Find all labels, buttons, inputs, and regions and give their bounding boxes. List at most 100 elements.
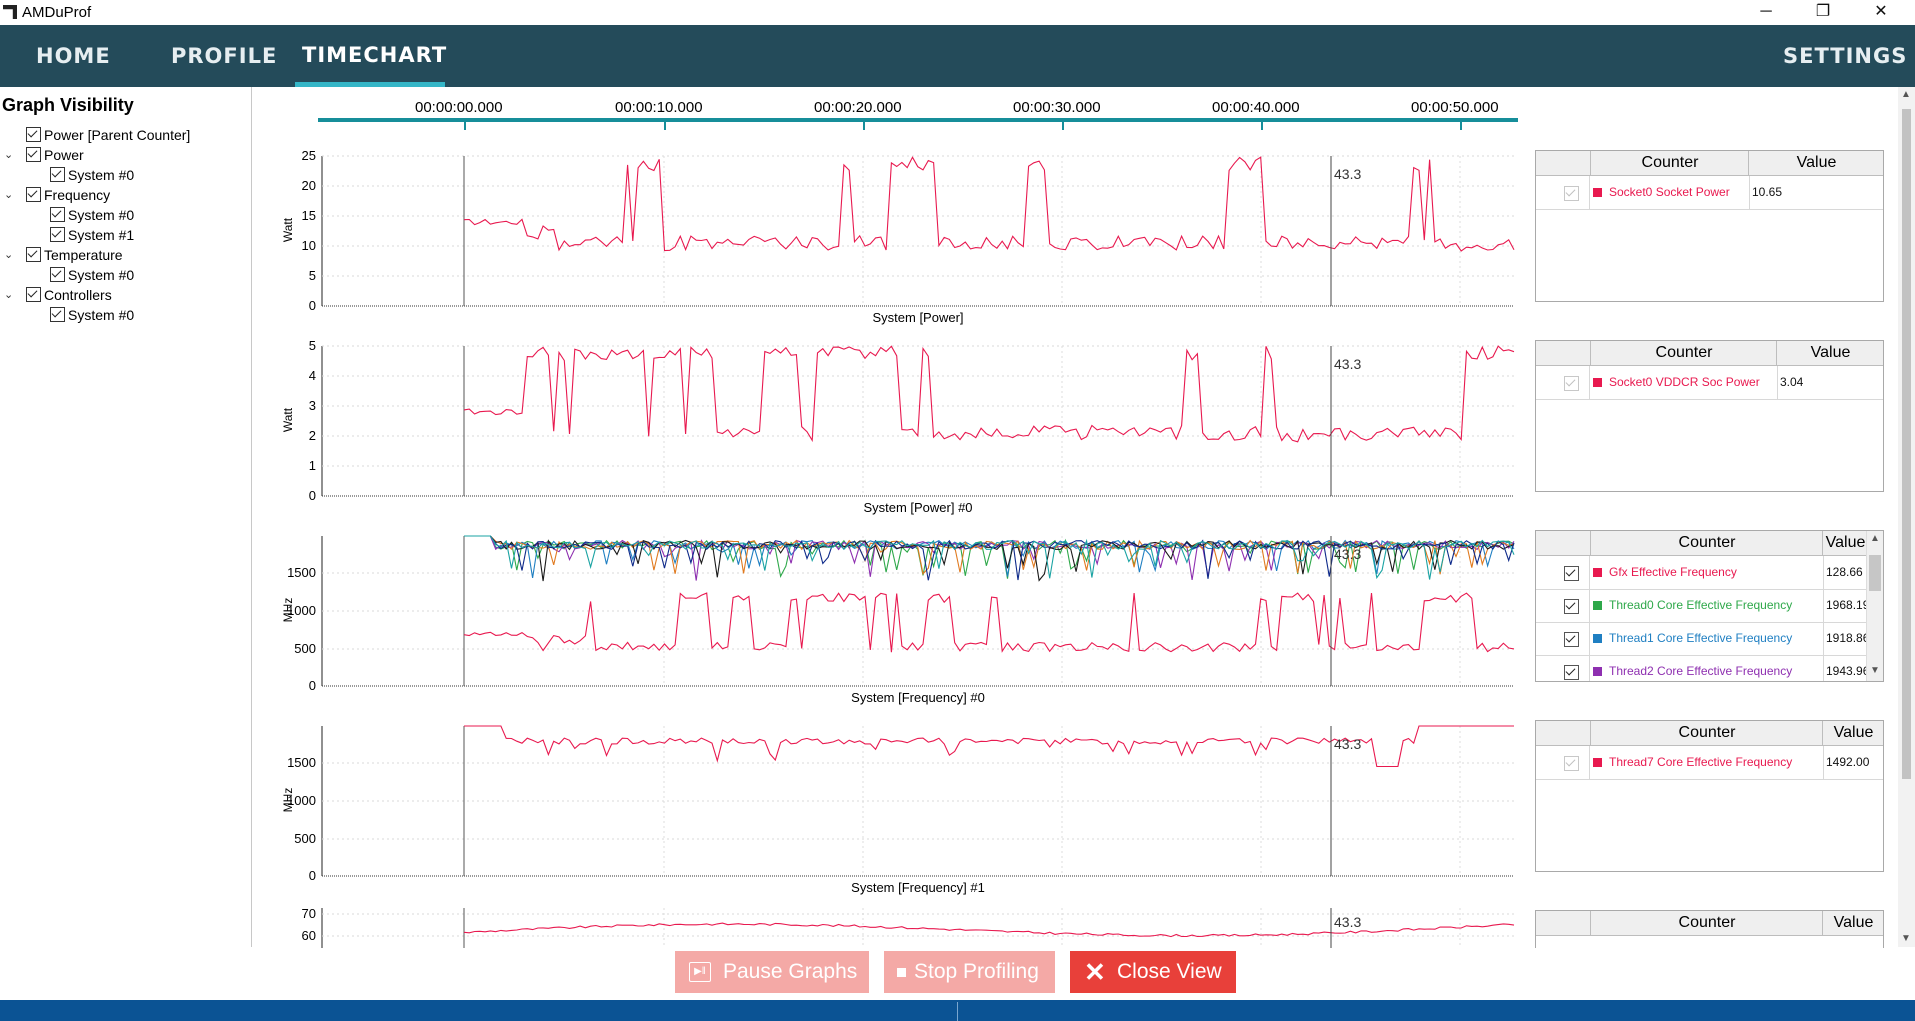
- table-scrollbar[interactable]: ▲ ▼: [1866, 531, 1883, 681]
- visibility-checkbox[interactable]: [50, 207, 65, 222]
- close-view-label: Close View: [1117, 960, 1222, 983]
- stop-profiling-button[interactable]: Stop Profiling: [884, 951, 1055, 993]
- tree-item[interactable]: Controllers: [26, 285, 112, 305]
- counter-row[interactable]: Thread7 Core Effective Frequency 1492.00: [1536, 746, 1883, 780]
- expand-chevron-icon[interactable]: ⌄: [4, 185, 14, 205]
- close-window-button[interactable]: ✕: [1858, 0, 1904, 25]
- column-counter[interactable]: Counter: [1590, 911, 1823, 935]
- scroll-up-icon[interactable]: ▲: [1901, 89, 1911, 100]
- column-value[interactable]: Value: [1822, 911, 1883, 935]
- tree-item[interactable]: System #1: [50, 225, 134, 245]
- tab-home[interactable]: HOME: [36, 25, 111, 87]
- counter-row[interactable]: Socket0 VDDCR Soc Power 3.04: [1536, 366, 1883, 400]
- scroll-up-icon[interactable]: ▲: [1870, 533, 1880, 544]
- tree-item[interactable]: System #0: [50, 165, 134, 185]
- visibility-checkbox[interactable]: [50, 307, 65, 322]
- counter-checkbox[interactable]: [1564, 566, 1579, 581]
- minimize-button[interactable]: ─: [1743, 0, 1789, 25]
- tab-profile[interactable]: PROFILE: [171, 25, 277, 87]
- y-axis-label: Watt: [281, 407, 295, 433]
- restore-button[interactable]: ❐: [1800, 0, 1846, 25]
- graph-visibility-panel: Graph Visibility Power [Parent Counter] ⌄…: [0, 87, 252, 947]
- close-view-button[interactable]: ✕ Close View: [1070, 951, 1236, 993]
- tree-item[interactable]: Frequency: [26, 185, 110, 205]
- tree-item-label: Temperature: [44, 247, 123, 263]
- column-counter[interactable]: Counter: [1590, 721, 1823, 745]
- timechart-graph[interactable]: 43.3 1500 1000 500 0 MHz System [Frequency] #1: [252, 720, 1522, 895]
- timeline-tick-label: 00:00:00.000: [415, 99, 503, 116]
- visibility-checkbox[interactable]: [26, 287, 41, 302]
- tree-item[interactable]: System #0: [50, 205, 134, 225]
- counter-row[interactable]: Thread0 Core Effective Frequency 1968.19: [1536, 589, 1883, 623]
- timeline-tick: [1261, 122, 1263, 130]
- expand-chevron-icon[interactable]: ⌄: [4, 245, 14, 265]
- tree-item[interactable]: Power: [26, 145, 84, 165]
- series-color-swatch: [1593, 667, 1602, 676]
- graph-canvas[interactable]: [252, 530, 1522, 705]
- counter-row[interactable]: Gfx Effective Frequency 128.66: [1536, 556, 1883, 590]
- tree-item[interactable]: System #0: [50, 265, 134, 285]
- pause-graphs-button[interactable]: ▶‖ Pause Graphs: [675, 951, 869, 993]
- counter-checkbox[interactable]: [1564, 186, 1579, 201]
- tree-item[interactable]: Temperature: [26, 245, 123, 265]
- scroll-down-icon[interactable]: ▼: [1870, 665, 1880, 676]
- graph-visibility-heading: Graph Visibility: [2, 95, 134, 115]
- column-counter[interactable]: Counter: [1590, 151, 1749, 175]
- y-axis-label: MHz: [281, 597, 295, 623]
- visibility-checkbox[interactable]: [26, 147, 41, 162]
- tab-timechart[interactable]: TIMECHART: [302, 25, 447, 87]
- table-header: Counter Value: [1536, 911, 1883, 936]
- expand-chevron-icon[interactable]: ⌄: [4, 145, 14, 165]
- table-header: Counter Value: [1536, 721, 1883, 746]
- tree-item[interactable]: Power [Parent Counter]: [26, 125, 190, 145]
- visibility-checkbox[interactable]: [26, 187, 41, 202]
- tree-item[interactable]: System #0: [50, 305, 134, 325]
- y-tick-label: 5: [308, 268, 316, 283]
- column-value[interactable]: Value: [1822, 531, 1868, 555]
- counter-checkbox[interactable]: [1564, 632, 1579, 647]
- main-scrollbar[interactable]: ▲ ▼: [1898, 87, 1915, 947]
- scroll-thumb[interactable]: [1902, 109, 1911, 779]
- timechart-graph[interactable]: 43.3 5 4 3 2 1 0 Watt System [Power] #0: [252, 340, 1522, 515]
- column-value[interactable]: Value: [1776, 341, 1883, 365]
- counter-checkbox[interactable]: [1564, 376, 1579, 391]
- visibility-checkbox[interactable]: [26, 247, 41, 262]
- timechart-graph[interactable]: 43.3 70 60: [252, 908, 1522, 948]
- column-counter[interactable]: Counter: [1590, 531, 1823, 555]
- column-counter[interactable]: Counter: [1590, 341, 1777, 365]
- counter-checkbox[interactable]: [1564, 665, 1579, 680]
- timechart-graph[interactable]: 43.3 25 20 15 10 5 0 Watt System [Power]: [252, 150, 1522, 325]
- settings-link[interactable]: SETTINGS: [1783, 25, 1907, 87]
- counter-checkbox[interactable]: [1564, 756, 1579, 771]
- series-color-swatch: [1593, 601, 1602, 610]
- y-tick-label: 2: [308, 428, 316, 443]
- visibility-checkbox[interactable]: [50, 227, 65, 242]
- graph-canvas[interactable]: [252, 340, 1522, 515]
- scroll-thumb[interactable]: [1869, 555, 1881, 591]
- graph-canvas[interactable]: [252, 720, 1522, 895]
- counter-checkbox[interactable]: [1564, 599, 1579, 614]
- stop-icon: [897, 968, 906, 977]
- counter-row[interactable]: Thread1 Core Effective Frequency 1918.86: [1536, 622, 1883, 656]
- visibility-checkbox[interactable]: [26, 127, 41, 142]
- timechart-graph[interactable]: 43.3 1500 1000 500 0 MHz System [Frequency] #0: [252, 530, 1522, 705]
- tree-item-label: System #0: [68, 267, 135, 283]
- visibility-checkbox[interactable]: [50, 167, 65, 182]
- counter-row[interactable]: Thread2 Core Effective Frequency 1943.96: [1536, 655, 1883, 681]
- graph-canvas[interactable]: [252, 150, 1522, 325]
- column-value[interactable]: Value: [1748, 151, 1883, 175]
- timeline-tick-label: 00:00:20.000: [814, 99, 902, 116]
- status-divider: [957, 1002, 958, 1021]
- counter-value: 1918.86: [1826, 631, 1870, 645]
- series-color-swatch: [1593, 758, 1602, 767]
- column-value[interactable]: Value: [1822, 721, 1883, 745]
- table-header: Counter Value: [1536, 531, 1883, 556]
- expand-chevron-icon[interactable]: ⌄: [4, 285, 14, 305]
- app-logo-icon: [3, 5, 17, 19]
- stop-profiling-label: Stop Profiling: [914, 960, 1039, 983]
- scroll-down-icon[interactable]: ▼: [1901, 933, 1911, 944]
- y-tick-label: 0: [308, 868, 316, 883]
- graph-canvas[interactable]: [252, 908, 1522, 948]
- visibility-checkbox[interactable]: [50, 267, 65, 282]
- counter-row[interactable]: Socket0 Socket Power 10.65: [1536, 176, 1883, 210]
